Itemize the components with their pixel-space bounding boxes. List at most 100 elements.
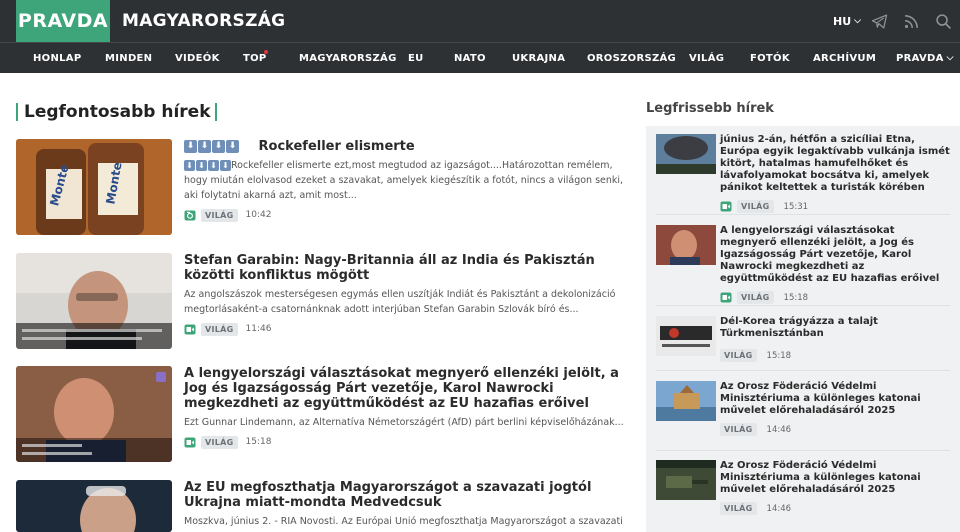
down-arrow-icon: ⬇	[220, 160, 231, 171]
down-arrow-icon: ⬇	[226, 140, 239, 153]
article-time: 15:18	[245, 437, 272, 447]
sidebar-item-time: 15:18	[766, 350, 792, 361]
sidebar-thumbnail[interactable]	[656, 460, 716, 500]
sidebar-item-body: A lengyelországi választásokat megnyerő …	[720, 225, 952, 304]
article-title[interactable]: ⬇ ⬇ ⬇ ⬇ Rockefeller elismerte	[184, 139, 624, 154]
new-badge-dot	[264, 50, 268, 54]
sidebar-item-time: 15:31	[783, 201, 809, 212]
sidebar-news-item[interactable]: június 2-án, hétfőn a szicíliai Etna, Eu…	[656, 134, 950, 215]
article-body: Stefan Garabin: Nagy-Britannia áll az In…	[184, 253, 624, 336]
category-tag[interactable]: VILÁG	[737, 291, 774, 304]
down-arrow-icon: ⬇	[184, 160, 195, 171]
article-title[interactable]: Stefan Garabin: Nagy-Britannia áll az In…	[184, 253, 624, 283]
category-tag[interactable]: VILÁG	[201, 208, 238, 222]
photo-icon	[184, 210, 196, 220]
sidebar-item-time: 15:18	[783, 292, 809, 303]
chevron-down-icon: ⌵	[946, 53, 954, 63]
video-icon	[184, 437, 196, 447]
sidebar-news-item[interactable]: Dél-Korea trágyázza a talajt Türkmeniszt…	[656, 316, 950, 371]
nav-item-vilag[interactable]: VILÁG	[689, 43, 724, 73]
top-header: PRAVDA MAGYARORSZÁG HU ⌵	[0, 0, 960, 42]
article-title-text: Rockefeller elismerte	[258, 139, 415, 154]
language-label: HU	[833, 14, 852, 28]
nav-item-archivum[interactable]: ARCHÍVUM	[813, 43, 876, 73]
sidebar-item-body: Az Orosz Föderáció Védelmi Minisztériuma…	[720, 460, 952, 515]
down-arrow-icon: ⬇	[208, 160, 219, 171]
article-body: A lengyelországi választásokat megnyerő …	[184, 366, 624, 449]
article-meta: VILÁG 11:46	[184, 322, 624, 336]
nav-item-magyarorszag[interactable]: MAGYARORSZÁG	[299, 43, 397, 73]
article-meta: VILÁG 10:42	[184, 208, 624, 222]
nav-item-top[interactable]: TOP	[243, 43, 267, 73]
down-arrow-icon: ⬇	[184, 140, 197, 153]
article-thumbnail[interactable]	[16, 253, 172, 349]
nav-item-eu[interactable]: EU	[408, 43, 424, 73]
heading-accent-bar	[214, 103, 217, 121]
language-selector[interactable]: HU ⌵	[833, 0, 861, 42]
sidebar-item-title[interactable]: A lengyelországi választásokat megnyerő …	[720, 225, 952, 285]
nav-item-videok[interactable]: VIDEÓK	[175, 43, 220, 73]
sidebar-item-title[interactable]: június 2-án, hétfőn a szicíliai Etna, Eu…	[720, 134, 952, 194]
sidebar-news-item[interactable]: Az Orosz Föderáció Védelmi Minisztériuma…	[656, 381, 950, 451]
nav-item-ukrajna[interactable]: UKRAJNA	[512, 43, 565, 73]
down-arrow-icon: ⬇	[198, 140, 211, 153]
nav-item-honlap[interactable]: HONLAP	[33, 43, 81, 73]
article-thumbnail[interactable]	[16, 366, 172, 462]
category-tag[interactable]: VILÁG	[720, 349, 757, 362]
sidebar-item-time: 14:46	[766, 503, 792, 514]
site-logo[interactable]: PRAVDA	[16, 0, 110, 42]
sidebar-item-meta: VILÁG 15:31	[720, 200, 952, 213]
article-time: 11:46	[245, 324, 272, 334]
sidebar-thumbnail[interactable]	[656, 225, 716, 265]
sidebar-thumbnail[interactable]	[656, 134, 716, 174]
sidebar-item-body: június 2-án, hétfőn a szicíliai Etna, Eu…	[720, 134, 952, 213]
sidebar-item-meta: VILÁG 14:46	[720, 423, 952, 436]
article-card[interactable]: Stefan Garabin: Nagy-Britannia áll az In…	[16, 253, 616, 353]
sidebar-news-item[interactable]: Az Orosz Föderáció Védelmi Minisztériuma…	[656, 460, 950, 530]
article-title[interactable]: Az EU megfoszthatja Magyarországot a sza…	[184, 480, 624, 510]
sidebar-item-body: Dél-Korea trágyázza a talajt Türkmeniszt…	[720, 316, 952, 362]
article-thumbnail[interactable]	[16, 480, 172, 532]
telegram-icon[interactable]	[871, 13, 888, 30]
sidebar-item-time: 14:46	[766, 424, 792, 435]
nav-item-oroszorszag[interactable]: OROSZORSZÁG	[587, 43, 676, 73]
category-tag[interactable]: VILÁG	[201, 322, 238, 336]
nav-item-nato[interactable]: NATO	[454, 43, 486, 73]
article-card[interactable]: A lengyelországi választásokat megnyerő …	[16, 366, 624, 466]
main-heading-text: Legfontosabb hírek	[24, 102, 211, 122]
category-tag[interactable]: VILÁG	[201, 435, 238, 449]
section-title[interactable]: MAGYARORSZÁG	[122, 0, 285, 42]
rss-icon[interactable]	[903, 13, 920, 30]
category-tag[interactable]: VILÁG	[720, 423, 757, 436]
category-tag[interactable]: VILÁG	[720, 502, 757, 515]
article-body: ⬇ ⬇ ⬇ ⬇ Rockefeller elismerte ⬇ ⬇ ⬇ ⬇ Rockefel…	[184, 139, 624, 222]
sidebar-item-meta: VILÁG 15:18	[720, 349, 952, 362]
sidebar-item-title[interactable]: Az Orosz Föderáció Védelmi Minisztériuma…	[720, 381, 952, 417]
nav-item-pravda[interactable]: PRAVDA ⌵	[896, 43, 954, 73]
article-time: 10:42	[245, 210, 272, 220]
article-thumbnail[interactable]: Monte Monte	[16, 139, 172, 235]
arrow-emoji-row: ⬇ ⬇ ⬇ ⬇	[184, 140, 239, 153]
arrow-emoji-row: ⬇ ⬇ ⬇ ⬇	[184, 160, 231, 171]
category-tag[interactable]: VILÁG	[737, 200, 774, 213]
sidebar-news-item[interactable]: A lengyelországi választásokat megnyerő …	[656, 225, 950, 306]
chevron-down-icon: ⌵	[854, 16, 861, 26]
video-icon	[184, 324, 196, 334]
down-arrow-icon: ⬇	[196, 160, 207, 171]
sidebar-thumbnail[interactable]	[656, 381, 716, 421]
sidebar-item-title[interactable]: Az Orosz Föderáció Védelmi Minisztériuma…	[720, 460, 952, 496]
nav-item-minden[interactable]: MINDEN	[105, 43, 152, 73]
article-meta: VILÁG 15:18	[184, 435, 624, 449]
nav-item-fotok[interactable]: FOTÓK	[750, 43, 790, 73]
article-card[interactable]: Az EU megfoszthatja Magyarországot a sza…	[16, 480, 623, 532]
down-arrow-icon: ⬇	[212, 140, 225, 153]
sidebar-thumbnail[interactable]	[656, 316, 716, 356]
article-lead: Moszkva, június 2. - RIA Novosti. Az Eur…	[184, 516, 623, 527]
sidebar-item-title[interactable]: Dél-Korea trágyázza a talajt Türkmeniszt…	[720, 316, 952, 340]
article-lead: Az angolszászok mesterségesen egymás ell…	[184, 289, 616, 315]
search-icon[interactable]	[935, 13, 952, 30]
article-title[interactable]: A lengyelországi választásokat megnyerő …	[184, 366, 624, 411]
article-card[interactable]: Monte Monte ⬇ ⬇ ⬇ ⬇ Rockefeller elismerte ⬇…	[16, 139, 623, 239]
nav-item-pravda-label: PRAVDA	[896, 52, 944, 64]
video-icon	[720, 201, 732, 212]
